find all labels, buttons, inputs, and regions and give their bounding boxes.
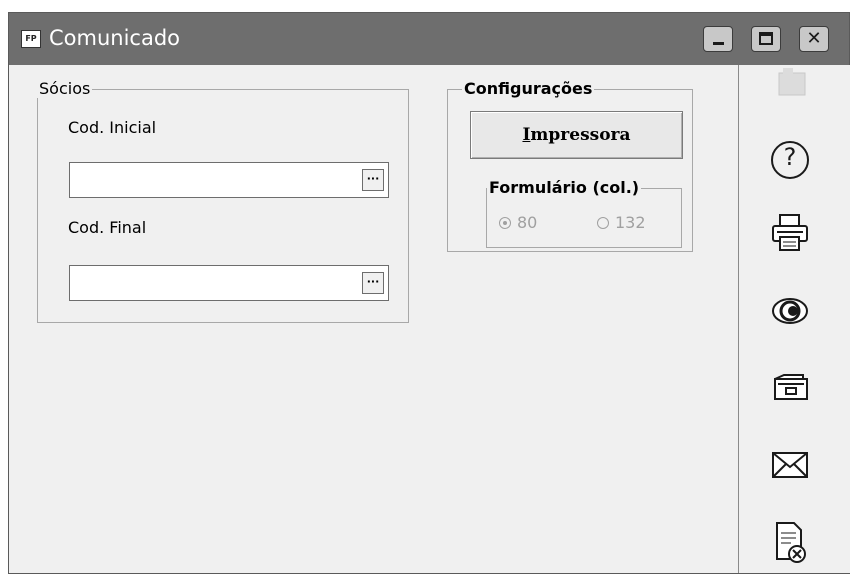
help-icon[interactable]: ?	[767, 139, 813, 183]
configuracoes-group: Configurações Impressora Formulário (col…	[447, 79, 693, 252]
formulario-legend: Formulário (col.)	[487, 178, 642, 197]
radio-132[interactable]: 132	[597, 213, 646, 232]
title-bar[interactable]: FP Comunicado ✕	[9, 13, 849, 65]
mail-envelope-icon[interactable]	[767, 443, 813, 487]
radio-80-indicator	[499, 217, 511, 229]
close-icon: ✕	[806, 28, 822, 49]
radio-80-label: 80	[517, 213, 538, 232]
radio-132-indicator	[597, 217, 609, 229]
cod-final-lookup-button[interactable]: ···	[362, 272, 384, 294]
impressora-button[interactable]: Impressora	[470, 111, 683, 159]
preview-eye-icon[interactable]	[767, 289, 813, 333]
cod-inicial-input[interactable]: ···	[69, 162, 389, 198]
socios-group: Sócios Cod. Inicial ··· Cod. Final ···	[37, 79, 409, 323]
configuracoes-legend: Configurações	[462, 79, 595, 98]
action-sidebar: ?	[738, 65, 850, 573]
close-button[interactable]: ✕	[799, 26, 829, 52]
folder-icon[interactable]	[767, 65, 813, 109]
document-cancel-icon[interactable]	[767, 519, 813, 563]
radio-132-label: 132	[615, 213, 646, 232]
cod-final-input[interactable]: ···	[69, 265, 389, 301]
comunicado-window: FP Comunicado ✕ Sócios Cod. Inicial ··· …	[8, 12, 850, 574]
socios-legend: Sócios	[37, 79, 93, 98]
help-glyph: ?	[783, 143, 797, 171]
minimize-icon	[713, 42, 724, 45]
cod-inicial-label: Cod. Inicial	[68, 118, 157, 137]
impressora-label: mpressora	[530, 125, 631, 145]
minimize-button[interactable]	[703, 26, 733, 52]
cod-inicial-lookup-button[interactable]: ···	[362, 169, 384, 191]
app-icon: FP	[21, 30, 41, 48]
radio-80[interactable]: 80	[499, 213, 537, 232]
window-title: Comunicado	[49, 26, 181, 50]
maximize-button[interactable]	[751, 26, 781, 52]
formulario-group: Formulário (col.) 80 132	[486, 178, 682, 248]
open-folder-icon[interactable]	[767, 365, 813, 409]
printer-icon[interactable]	[767, 211, 813, 255]
cod-final-label: Cod. Final	[68, 218, 147, 237]
maximize-icon	[759, 32, 773, 45]
